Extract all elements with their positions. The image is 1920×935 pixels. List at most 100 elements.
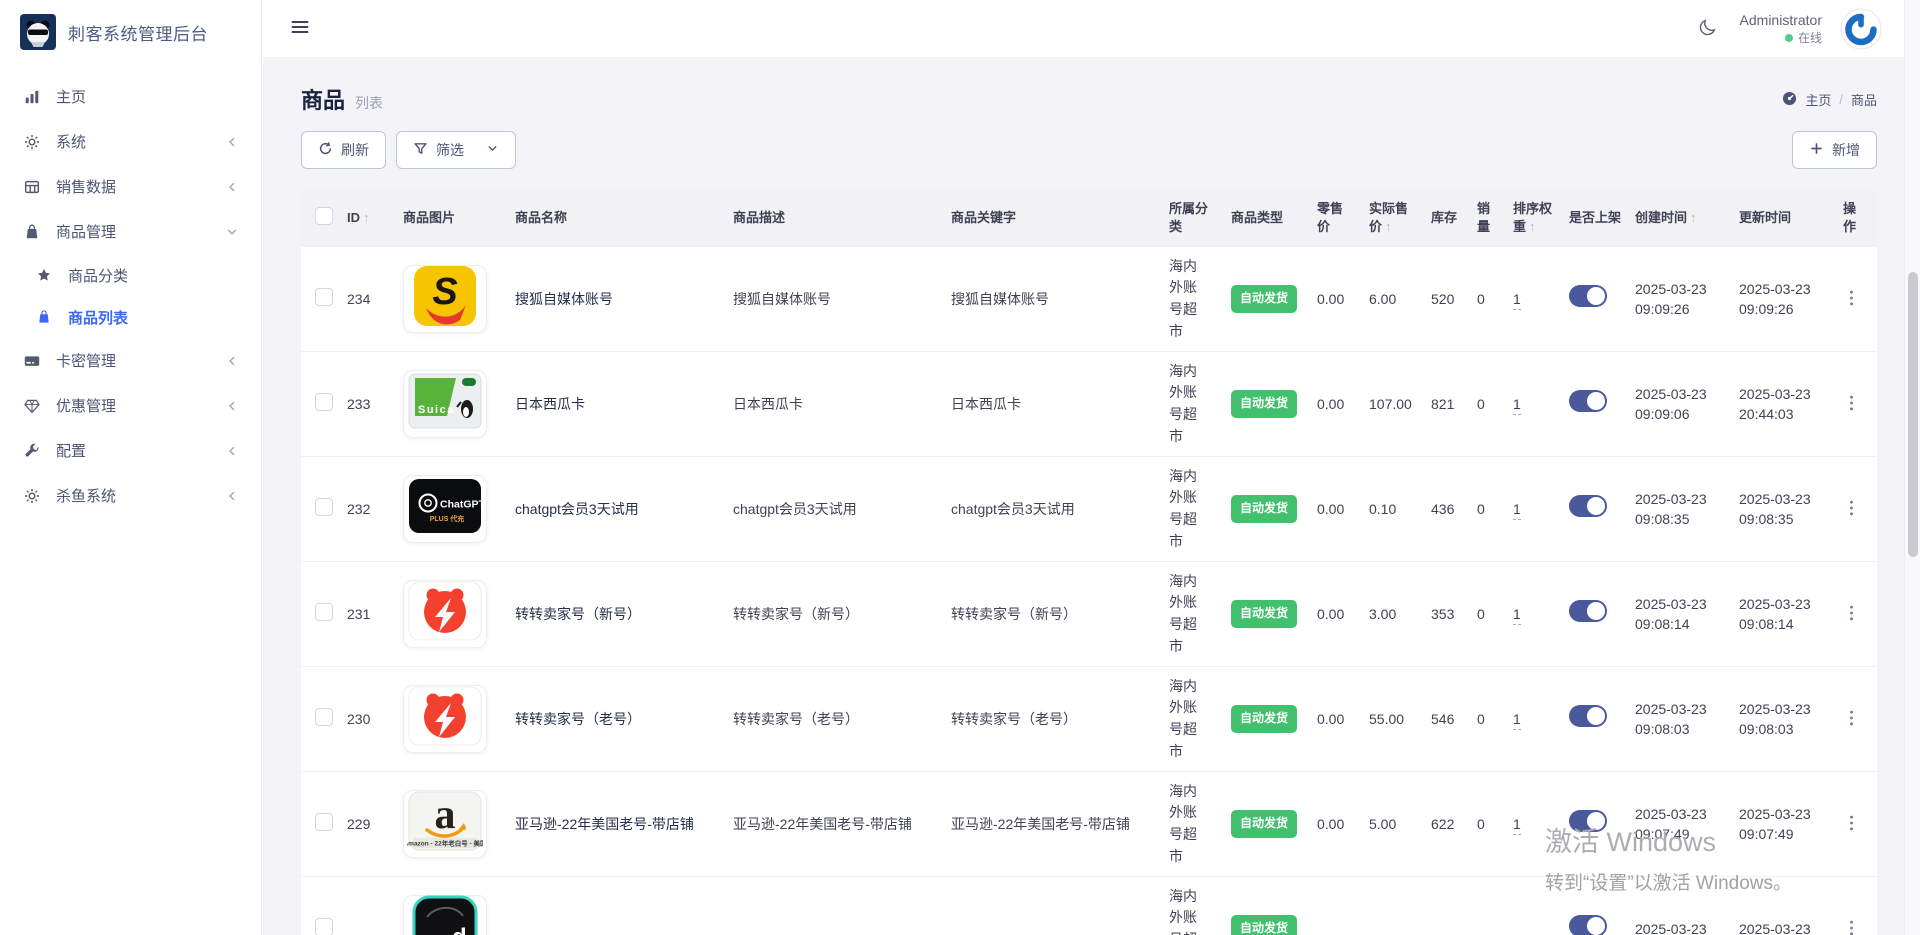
row-checkbox[interactable]	[315, 498, 333, 516]
breadcrumb: 主页/商品	[1782, 90, 1877, 109]
cell-type: 自动发货	[1231, 600, 1317, 627]
scrollbar-thumb[interactable]	[1908, 272, 1918, 557]
sidebar-item-系统[interactable]: 系统	[0, 119, 261, 164]
row-actions-button[interactable]	[1843, 600, 1860, 629]
on-sale-toggle[interactable]	[1569, 810, 1607, 832]
cell-sales: 0	[1477, 394, 1513, 414]
zhuanzhuan-logo	[407, 685, 483, 752]
breadcrumb-item-主页[interactable]: 主页	[1805, 90, 1831, 109]
topbar-right: Administrator 在线	[1693, 8, 1882, 50]
sidebar-item-主页[interactable]: 主页	[0, 74, 261, 119]
sidebar-item-商品管理[interactable]: 商品管理	[0, 209, 261, 254]
row-checkbox[interactable]	[315, 393, 333, 411]
cell-updated: 2025-03-23 09:09:26	[1739, 279, 1843, 320]
sidebar-item-卡密管理[interactable]: 卡密管理	[0, 338, 261, 383]
row-checkbox-cell	[301, 603, 347, 626]
chevron-left-icon	[225, 444, 239, 458]
on-sale-toggle[interactable]	[1569, 915, 1607, 935]
filter-button[interactable]: 筛选	[396, 131, 516, 169]
svg-text:PLUS 代充: PLUS 代充	[430, 514, 465, 523]
dots-vertical-icon	[1849, 610, 1854, 625]
cell-actual-price: 6.00	[1369, 289, 1431, 309]
row-actions-button[interactable]	[1843, 495, 1860, 524]
cell-desc: chatgpt会员3天试用	[733, 499, 951, 519]
cell-created: 2025-03-23	[1635, 919, 1739, 935]
cell-desc: 日本西瓜卡	[733, 394, 951, 414]
table-row: d海内外账号超市自动发货2025-03-232025-03-23	[301, 877, 1877, 935]
row-checkbox[interactable]	[315, 603, 333, 621]
cell-retail-price: 0.00	[1317, 499, 1369, 519]
weight-edit-link[interactable]: 1	[1513, 816, 1521, 835]
weight-edit-link[interactable]: 1	[1513, 501, 1521, 520]
cell-image: d	[403, 895, 515, 935]
sidebar-item-配置[interactable]: 配置	[0, 428, 261, 473]
auto-delivery-badge: 自动发货	[1231, 285, 1297, 312]
column-header-keyword: 商品关键字	[951, 209, 1169, 227]
on-sale-toggle[interactable]	[1569, 285, 1607, 307]
online-dot-icon	[1785, 34, 1793, 42]
sohu-logo: S	[407, 265, 483, 332]
row-checkbox[interactable]	[315, 288, 333, 306]
chevron-down-icon	[486, 142, 499, 158]
cell-retail-price: 0.00	[1317, 604, 1369, 624]
chevron-left-icon	[225, 489, 239, 503]
weight-edit-link[interactable]: 1	[1513, 711, 1521, 730]
refresh-icon	[318, 141, 333, 159]
theme-toggle-button[interactable]	[1693, 13, 1722, 45]
select-all-checkbox[interactable]	[315, 207, 333, 225]
cell-weight: 1	[1513, 289, 1569, 309]
sidebar-item-商品分类[interactable]: 商品分类	[0, 254, 261, 296]
weight-edit-link[interactable]: 1	[1513, 396, 1521, 415]
toggle-knob	[1587, 812, 1605, 830]
cell-category: 海内外账号超市	[1169, 466, 1231, 553]
on-sale-toggle[interactable]	[1569, 705, 1607, 727]
cell-category: 海内外账号超市	[1169, 571, 1231, 658]
avatar[interactable]	[1840, 8, 1882, 50]
sidebar-item-销售数据[interactable]: 销售数据	[0, 164, 261, 209]
sidebar-item-杀鱼系统[interactable]: 杀鱼系统	[0, 473, 261, 518]
on-sale-toggle[interactable]	[1569, 600, 1607, 622]
breadcrumb-item-商品: 商品	[1851, 90, 1877, 109]
on-sale-toggle[interactable]	[1569, 390, 1607, 412]
toggle-knob	[1587, 287, 1605, 305]
weight-edit-link[interactable]: 1	[1513, 606, 1521, 625]
cell-stock: 546	[1431, 709, 1477, 729]
on-sale-toggle[interactable]	[1569, 495, 1607, 517]
row-checkbox[interactable]	[315, 708, 333, 726]
cell-name: 日本西瓜卡	[515, 394, 733, 414]
row-actions-button[interactable]	[1843, 390, 1860, 419]
cell-type: 自动发货	[1231, 285, 1317, 312]
cell-weight: 1	[1513, 499, 1569, 519]
cell-actions	[1843, 390, 1877, 419]
row-actions-button[interactable]	[1843, 285, 1860, 314]
column-header-created[interactable]: 创建时间↑	[1635, 209, 1739, 227]
refresh-button[interactable]: 刷新	[301, 131, 386, 169]
add-button[interactable]: 新增	[1792, 131, 1877, 169]
star-icon	[34, 265, 54, 285]
row-actions-button[interactable]	[1843, 915, 1860, 935]
sidebar-logo-row[interactable]: 刺客系统管理后台	[0, 0, 261, 66]
cell-retail-price: 0.00	[1317, 394, 1369, 414]
sidebar-item-商品列表[interactable]: 商品列表	[0, 296, 261, 338]
row-actions-button[interactable]	[1843, 705, 1860, 734]
toggle-knob	[1587, 707, 1605, 725]
cell-keyword: 转转卖家号（新号）	[951, 604, 1169, 624]
sidebar-item-优惠管理[interactable]: 优惠管理	[0, 383, 261, 428]
row-checkbox[interactable]	[315, 813, 333, 831]
sort-up-icon: ↑	[1690, 210, 1697, 225]
weight-edit-link[interactable]: 1	[1513, 291, 1521, 310]
app-title: 刺客系统管理后台	[68, 20, 208, 45]
chevron-left-icon	[225, 180, 239, 194]
hamburger-button[interactable]	[285, 12, 315, 45]
column-header-actual[interactable]: 实际售价↑	[1369, 200, 1431, 235]
suica-card: Suica	[407, 370, 483, 437]
row-checkbox[interactable]	[315, 918, 333, 935]
row-actions-button[interactable]	[1843, 810, 1860, 839]
sidebar-item-label: 商品管理	[56, 221, 116, 242]
column-header-weight[interactable]: 排序权重↑	[1513, 200, 1569, 235]
column-header-id[interactable]: ID↑	[347, 209, 403, 227]
scrollbar-track	[1904, 0, 1920, 935]
cell-on-sale	[1569, 600, 1635, 627]
column-header-type: 商品类型	[1231, 209, 1317, 227]
column-header-sales: 销量	[1477, 200, 1513, 235]
